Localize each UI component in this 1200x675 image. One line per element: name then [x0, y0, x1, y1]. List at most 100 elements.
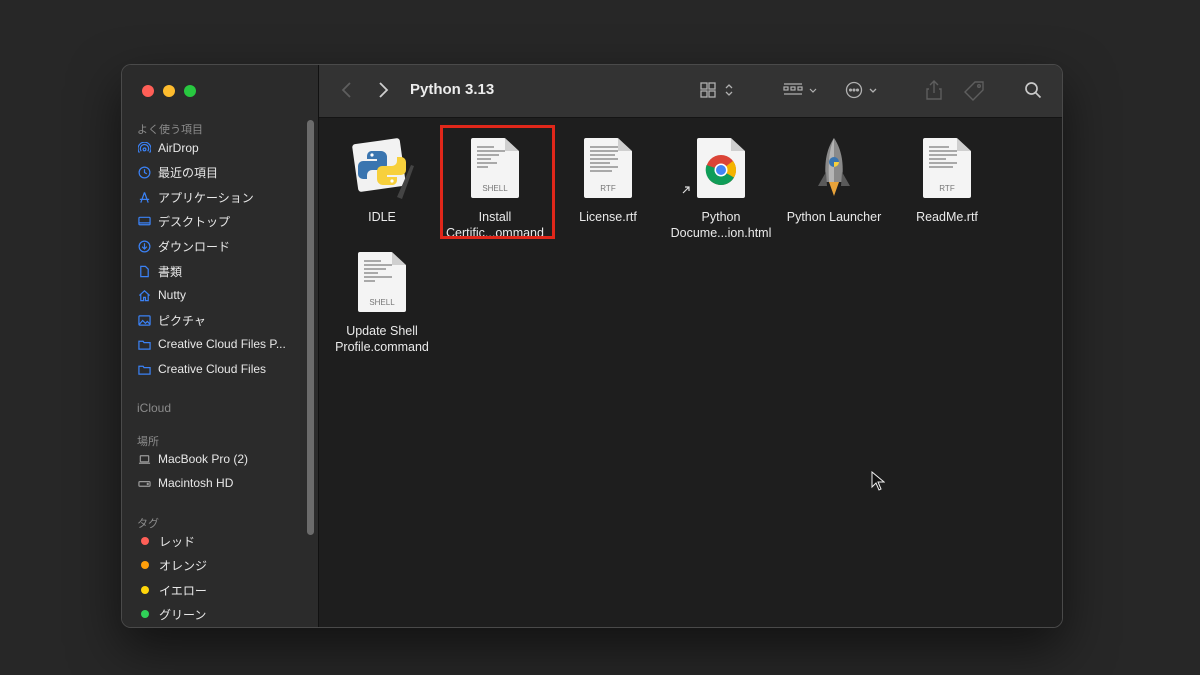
minimize-button[interactable] [163, 85, 175, 97]
icloud-header[interactable]: iCloud [137, 401, 171, 415]
orange-tag-icon [141, 561, 149, 569]
sidebar-tag-green[interactable]: グリーン [137, 603, 307, 625]
finder-window: よく使う項目 AirDrop 最近の項目 アプリケーション デスクトップ ダウン… [121, 64, 1063, 628]
tag-icon [964, 81, 984, 101]
pictures-icon [137, 313, 151, 327]
file-item-python-launcher[interactable]: Python Launcher [776, 133, 892, 225]
sidebar-item-home[interactable]: Nutty [137, 284, 307, 306]
file-item-python-documentation[interactable]: Python Docume...ion.html [663, 133, 779, 241]
zoom-button[interactable] [184, 85, 196, 97]
selection-highlight [440, 125, 555, 239]
green-tag-icon [141, 610, 149, 618]
sidebar-item-label: オレンジ [159, 558, 208, 573]
file-name: ReadMe.rtf [916, 210, 978, 224]
alias-arrow-icon [682, 186, 690, 194]
sidebar-item-macintosh-hd[interactable]: Macintosh HD [137, 472, 307, 494]
sidebar-item-label: Macintosh HD [158, 476, 234, 490]
sidebar-item-label: イエロー [159, 583, 207, 598]
mouse-cursor-icon [871, 471, 885, 491]
search-button[interactable] [1024, 81, 1042, 99]
sidebar-item-recents[interactable]: 最近の項目 [137, 161, 307, 183]
disk-icon [137, 476, 151, 490]
chevron-left-icon [341, 82, 351, 98]
file-item-license[interactable]: RTF License.rtf [550, 133, 666, 225]
view-mode-button[interactable] [700, 81, 740, 99]
favorites-header: よく使う項目 [137, 124, 203, 136]
sidebar-item-applications[interactable]: アプリケーション [137, 186, 307, 208]
search-icon [1025, 82, 1042, 99]
red-tag-icon [141, 537, 149, 545]
action-menu-button[interactable] [845, 81, 885, 99]
sidebar-item-label: ダウンロード [158, 239, 231, 254]
toolbar: Python 3.13 [319, 65, 1062, 118]
file-name: License.rtf [579, 210, 637, 224]
file-item-update-shell-profile[interactable]: SHELL Update Shell Profile.command [324, 247, 440, 355]
desktop-icon [137, 214, 151, 228]
sidebar-item-label: Creative Cloud Files [158, 362, 267, 376]
folder-icon [137, 362, 151, 376]
group-button[interactable] [783, 81, 823, 99]
download-icon [137, 239, 151, 253]
share-icon [926, 80, 942, 100]
tag-button[interactable] [963, 80, 985, 102]
sidebar-item-airdrop[interactable]: AirDrop [137, 137, 307, 159]
share-button[interactable] [925, 79, 943, 101]
file-item-idle[interactable]: IDLE [324, 133, 440, 225]
close-button[interactable] [142, 85, 154, 97]
file-badge: RTF [939, 184, 955, 193]
places-header: 場所 [137, 436, 159, 448]
chevron-right-icon [379, 82, 389, 98]
sidebar-scrollbar[interactable] [307, 120, 314, 535]
document-icon [137, 264, 151, 278]
sidebar-item-label: Nutty [158, 288, 187, 302]
rtf-document-icon: RTF [550, 133, 666, 203]
chrome-html-icon [663, 133, 779, 203]
sidebar-item-creative-cloud-p[interactable]: Creative Cloud Files P... [137, 333, 307, 355]
applications-icon [137, 190, 151, 204]
sidebar-item-label: グリーン [159, 607, 207, 622]
sidebar-item-downloads[interactable]: ダウンロード [137, 235, 307, 257]
airdrop-icon [137, 141, 151, 155]
rocket-icon [776, 133, 892, 203]
sidebar-item-label: アプリケーション [158, 190, 254, 205]
file-name: IDLE [368, 210, 396, 224]
sidebar-item-label: レッド [159, 534, 196, 549]
sidebar-item-pictures[interactable]: ピクチャ [137, 309, 307, 331]
home-icon [137, 288, 151, 302]
file-name: Update Shell Profile.command [335, 324, 429, 354]
sidebar-item-label: 最近の項目 [158, 165, 219, 180]
grid-view-icon [700, 82, 733, 98]
sidebar-tag-orange[interactable]: オレンジ [137, 554, 307, 576]
sidebar-item-creative-cloud[interactable]: Creative Cloud Files [137, 358, 307, 380]
sidebar-item-label: デスクトップ [158, 214, 231, 229]
sidebar-item-documents[interactable]: 書類 [137, 260, 307, 282]
sidebar-item-label: ピクチャ [158, 313, 206, 328]
sidebar-tag-red[interactable]: レッド [137, 530, 307, 552]
shell-script-icon: SHELL [324, 247, 440, 317]
sidebar-item-macbook[interactable]: MacBook Pro (2) [137, 448, 307, 470]
clock-icon [137, 165, 151, 179]
file-grid: IDLE SHELL Install Certific...ommand RTF … [319, 118, 1062, 627]
file-badge: SHELL [369, 298, 395, 307]
sidebar-tag-yellow[interactable]: イエロー [137, 579, 307, 601]
file-name: Python Docume...ion.html [670, 210, 772, 240]
sidebar-item-label: 書類 [158, 264, 183, 279]
file-badge: RTF [600, 184, 616, 193]
sidebar-item-desktop[interactable]: デスクトップ [137, 210, 307, 232]
laptop-icon [137, 452, 151, 466]
sidebar-item-label: AirDrop [158, 141, 199, 155]
tags-header: タグ [137, 518, 159, 530]
sidebar-item-label: MacBook Pro (2) [158, 452, 249, 466]
yellow-tag-icon [141, 586, 149, 594]
group-icon [783, 83, 817, 95]
file-item-readme[interactable]: RTF ReadMe.rtf [889, 133, 1005, 225]
window-controls [142, 85, 196, 97]
idle-icon [324, 133, 440, 203]
sidebar: よく使う項目 AirDrop 最近の項目 アプリケーション デスクトップ ダウン… [122, 65, 319, 627]
forward-button[interactable] [377, 81, 389, 99]
file-name: Python Launcher [786, 210, 882, 224]
ellipsis-circle-icon [845, 81, 877, 99]
rtf-document-icon: RTF [889, 133, 1005, 203]
sidebar-item-label: Creative Cloud Files P... [158, 337, 286, 351]
back-button[interactable] [341, 81, 353, 99]
